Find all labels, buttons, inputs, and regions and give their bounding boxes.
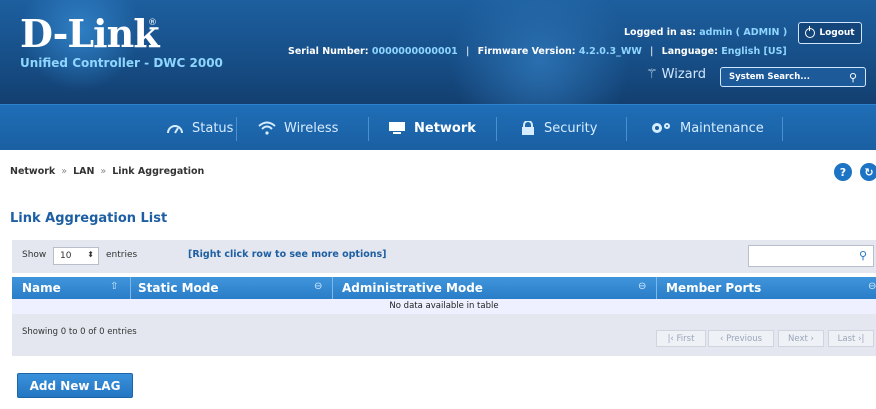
power-icon: [805, 26, 816, 38]
firmware-value: 4.2.0.3_WW: [578, 46, 642, 57]
wizard-label: Wizard: [661, 67, 706, 82]
serial-value: 0000000000001: [371, 46, 458, 57]
column-divider: [332, 277, 333, 299]
column-header-static-mode[interactable]: Static Mode: [138, 277, 219, 299]
search-icon: ⚲: [858, 249, 867, 262]
nav-item-status[interactable]: Status: [166, 105, 233, 151]
breadcrumb-item[interactable]: Network: [10, 166, 55, 177]
spinner-arrows-icon: ⬍: [87, 250, 94, 259]
pagination-label: Previous: [726, 333, 763, 344]
device-info: Serial Number: 0000000000001 | Firmware …: [288, 46, 787, 57]
column-divider: [656, 277, 657, 299]
login-info: Logged in as: admin ( ADMIN ): [624, 27, 787, 38]
breadcrumb: Network » LAN » Link Aggregation: [10, 166, 204, 177]
logout-label: Logout: [819, 28, 855, 38]
breadcrumb-item: Link Aggregation: [112, 166, 205, 177]
sort-icon[interactable]: ⊖: [638, 281, 646, 292]
language-value[interactable]: English [US]: [721, 46, 787, 57]
pagination-label: Last: [837, 333, 856, 344]
nav-divider: [626, 117, 627, 141]
info-icon[interactable]: ↻: [860, 163, 876, 181]
logout-button[interactable]: Logout: [798, 22, 862, 44]
sort-icon[interactable]: ⊖: [868, 281, 876, 292]
breadcrumb-separator: »: [61, 166, 68, 177]
search-icon[interactable]: ⚲: [849, 71, 857, 84]
add-new-lag-button[interactable]: Add New LAG: [17, 373, 133, 398]
wifi-icon: [258, 121, 276, 135]
show-label: Show: [22, 250, 47, 260]
right-click-hint: [Right click row to see more options]: [188, 249, 387, 260]
nav-item-network[interactable]: Network: [388, 105, 476, 151]
nav-label: Wireless: [284, 120, 339, 136]
last-icon: ›|: [855, 333, 865, 344]
top-header: D-Link ® Unified Controller - DWC 2000 S…: [0, 0, 876, 104]
nav-divider: [368, 117, 369, 141]
table-toolbar: Show 10 ⬍ entries [Right click row to se…: [12, 240, 876, 273]
language-label: Language:: [661, 46, 718, 57]
page-title: Link Aggregation List: [10, 211, 168, 226]
wizard-link[interactable]: ⚚ Wizard: [646, 67, 706, 82]
search-placeholder: System Search...: [729, 72, 810, 82]
breadcrumb-item[interactable]: LAN: [73, 166, 94, 177]
column-divider: [130, 277, 131, 299]
logged-in-label: Logged in as:: [624, 27, 696, 38]
empty-table-message: No data available in table: [12, 299, 876, 314]
serial-label: Serial Number:: [288, 46, 369, 57]
entries-select[interactable]: 10 ⬍: [53, 247, 99, 265]
logo-registered-mark: ®: [148, 18, 157, 28]
next-icon: ›: [807, 333, 814, 344]
nav-label: Status: [192, 120, 234, 136]
gears-icon: [652, 123, 670, 133]
network-icon: [389, 122, 405, 134]
pagination-first-button[interactable]: |‹ First: [656, 330, 706, 347]
main-nav: Status Wireless Network Security Mainten…: [0, 104, 876, 150]
nav-divider: [496, 117, 497, 141]
info-separator: |: [650, 46, 654, 57]
entries-select-value: 10: [60, 251, 72, 261]
column-header-administrative-mode[interactable]: Administrative Mode: [342, 277, 483, 299]
nav-item-security[interactable]: Security: [520, 105, 597, 151]
pagination-label: First: [676, 333, 695, 344]
help-icon[interactable]: ?: [834, 163, 852, 181]
wand-icon: ⚚: [646, 67, 658, 82]
logo-subtitle: Unified Controller - DWC 2000: [20, 56, 223, 70]
pagination-last-button[interactable]: Last ›|: [828, 330, 874, 347]
sort-icon[interactable]: ⊖: [314, 281, 322, 292]
system-search-input[interactable]: System Search... ⚲: [720, 67, 866, 87]
dashboard-icon: [167, 125, 183, 134]
entries-label: entries: [106, 250, 138, 260]
sort-up-icon[interactable]: ⇧: [110, 281, 118, 292]
first-icon: |‹: [667, 333, 677, 344]
nav-divider: [782, 117, 783, 141]
logged-in-user: admin ( ADMIN ): [699, 27, 788, 38]
table-search-input[interactable]: ⚲: [748, 245, 874, 267]
nav-item-wireless[interactable]: Wireless: [258, 105, 338, 151]
pagination-previous-button[interactable]: ‹ Previous: [708, 330, 774, 347]
nav-label: Network: [414, 120, 476, 136]
breadcrumb-separator: »: [100, 166, 107, 177]
pagination-next-button[interactable]: Next ›: [778, 330, 824, 347]
info-separator: |: [466, 46, 470, 57]
column-header-member-ports[interactable]: Member Ports: [666, 277, 761, 299]
nav-label: Security: [544, 120, 598, 136]
nav-divider: [236, 117, 237, 141]
logo-title: D-Link: [20, 11, 160, 56]
nav-item-maintenance[interactable]: Maintenance: [650, 105, 764, 151]
firmware-label: Firmware Version:: [477, 46, 576, 57]
pagination-label: Next: [788, 333, 808, 344]
column-header-name[interactable]: Name: [22, 277, 61, 299]
table-info: Showing 0 to 0 of 0 entries: [22, 327, 137, 337]
table-header: Name ⇧ Static Mode ⊖ Administrative Mode…: [12, 277, 876, 299]
lock-icon: [522, 121, 534, 135]
nav-label: Maintenance: [680, 120, 764, 136]
table-footer: Showing 0 to 0 of 0 entries |‹ First ‹ P…: [12, 314, 876, 356]
